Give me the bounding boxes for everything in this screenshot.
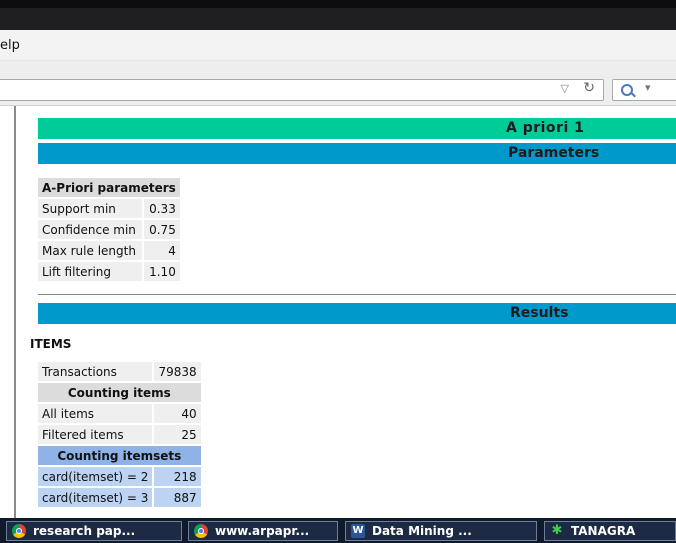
transactions-value: 79838 (154, 362, 201, 381)
parameters-title: Parameters (508, 145, 600, 161)
word-icon: W (351, 524, 365, 538)
parameter-label: Max rule length (38, 241, 143, 260)
itemset-value: 218 (154, 467, 201, 486)
tanagra-palm-icon: ✱ (551, 523, 563, 538)
parameter-value: 4 (144, 241, 180, 260)
taskbar-item-arpapress[interactable]: www.arpapr... (188, 521, 338, 541)
table-header-row: Counting itemsets (38, 446, 201, 465)
itemset-label: card(itemset) = 3 (38, 488, 153, 507)
parameter-label: Lift filtering (38, 262, 143, 281)
table-row: Support min 0.33 (38, 199, 180, 218)
taskbar-item-label: Data Mining ... (372, 524, 472, 538)
parameters-table-header: A-Priori parameters (38, 178, 180, 197)
transactions-label: Transactions (38, 362, 153, 381)
reload-icon[interactable]: ↻ (583, 80, 595, 96)
table-header-row: Counting items (38, 383, 201, 402)
parameters-table: A-Priori parameters Support min 0.33 Con… (36, 176, 182, 283)
parameter-value: 1.10 (144, 262, 180, 281)
url-dropdown-icon[interactable]: ▽ (561, 82, 569, 95)
taskbar-item-research[interactable]: research pap... (6, 521, 182, 541)
menu-bar: elp (0, 30, 676, 61)
all-items-label: All items (38, 404, 153, 423)
counting-itemsets-header: Counting itemsets (38, 446, 201, 465)
table-row: Confidence min 0.75 (38, 220, 180, 239)
report-page: A priori 1 Parameters A-Priori parameter… (14, 106, 676, 518)
taskbar-item-data-mining[interactable]: W Data Mining ... (345, 521, 537, 541)
filtered-items-label: Filtered items (38, 425, 153, 444)
parameter-value: 0.33 (144, 199, 180, 218)
itemset-value: 887 (154, 488, 201, 507)
itemset-label: card(itemset) = 2 (38, 467, 153, 486)
counting-items-header: Counting items (38, 383, 201, 402)
section-divider (38, 294, 676, 295)
taskbar-item-label: www.arpapr... (215, 524, 310, 538)
results-table: Transactions 79838 Counting items All it… (36, 360, 203, 509)
table-row: card(itemset) = 2 218 (38, 467, 201, 486)
items-heading: ITEMS (30, 337, 72, 351)
taskbar-item-tanagra[interactable]: ✱ TANAGRA (544, 521, 676, 541)
table-row: Lift filtering 1.10 (38, 262, 180, 281)
results-band: Results (38, 303, 676, 324)
table-row: Filtered items 25 (38, 425, 201, 444)
table-row: Transactions 79838 (38, 362, 201, 381)
filtered-items-value: 25 (154, 425, 201, 444)
taskbar: research pap... www.arpapr... W Data Min… (0, 518, 676, 543)
chrome-icon (12, 524, 26, 538)
parameters-band: Parameters (38, 143, 676, 164)
page-title: A priori 1 (506, 120, 585, 136)
table-row: card(itemset) = 3 887 (38, 488, 201, 507)
table-row: Max rule length 4 (38, 241, 180, 260)
table-row: All items 40 (38, 404, 201, 423)
title-band: A priori 1 (38, 118, 676, 139)
search-icon (621, 84, 633, 96)
results-title: Results (510, 305, 569, 321)
chrome-icon (194, 524, 208, 538)
navigation-bar: ▽ ↻ ▾ (0, 61, 676, 106)
table-header-row: A-Priori parameters (38, 178, 180, 197)
window-title-bar (0, 0, 676, 30)
address-bar[interactable]: ▽ ↻ (0, 79, 604, 101)
parameter-label: Support min (38, 199, 143, 218)
parameter-label: Confidence min (38, 220, 143, 239)
all-items-value: 40 (154, 404, 201, 423)
search-dropdown-icon[interactable]: ▾ (645, 81, 651, 94)
search-box[interactable]: ▾ (612, 79, 676, 101)
taskbar-item-label: research pap... (33, 524, 136, 538)
parameter-value: 0.75 (144, 220, 180, 239)
taskbar-item-label: TANAGRA (571, 524, 636, 538)
menu-help[interactable]: elp (0, 38, 20, 53)
